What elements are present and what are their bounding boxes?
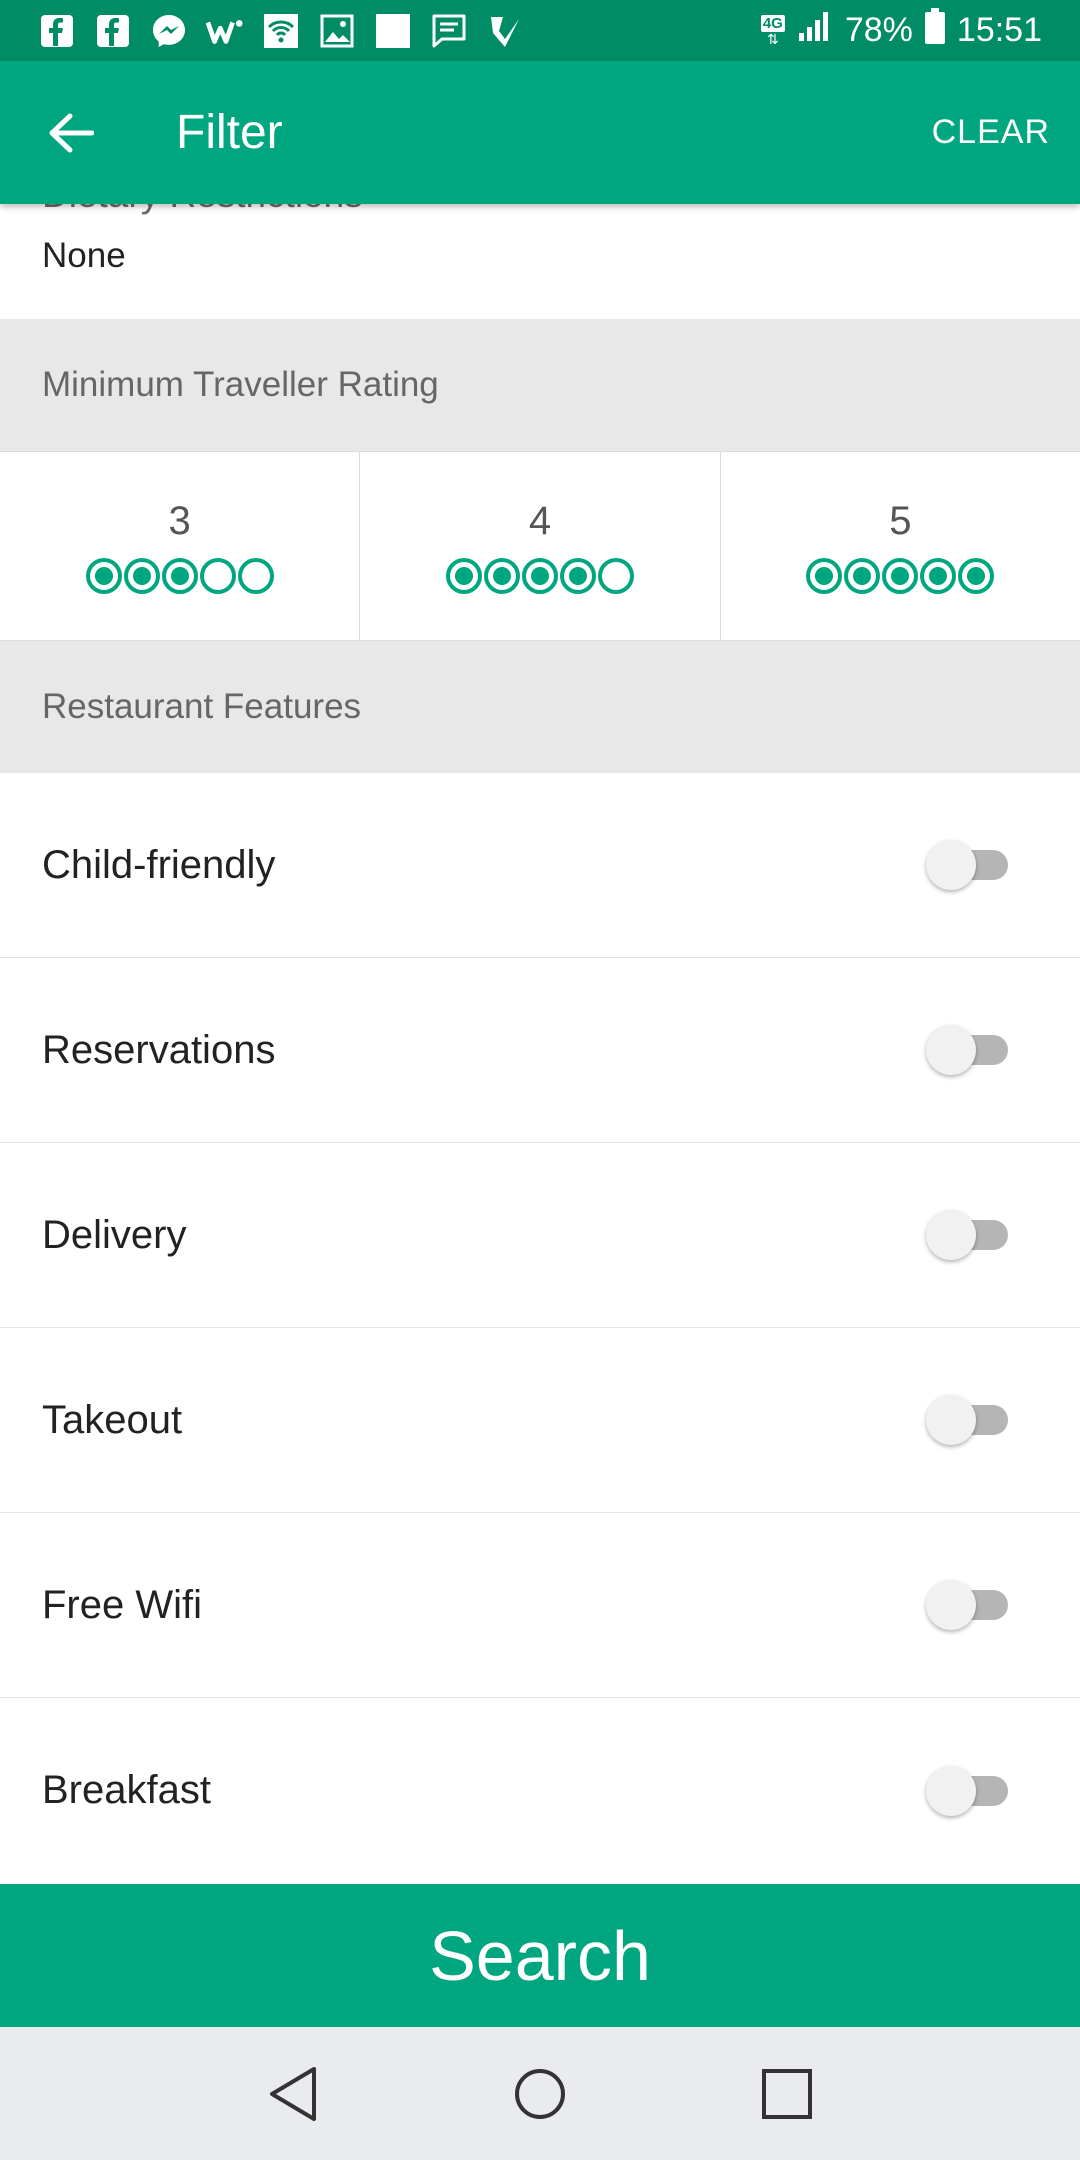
empty-bubble-icon [597,557,634,594]
child-friendly-toggle[interactable] [926,840,1012,890]
breakfast-toggle[interactable] [926,1765,1012,1816]
signal-icon [797,9,833,52]
feature-row-child-friendly[interactable]: Child-friendly [0,773,1080,958]
rating-value: 5 [889,498,912,543]
rating-option-5[interactable]: 5 [719,452,1080,640]
feature-row-breakfast[interactable]: Breakfast [0,1698,1080,1883]
feature-label: Delivery [42,1212,187,1257]
app-bar: Filter CLEAR [0,61,1080,204]
w-app-icon [206,12,244,50]
notification-icons [38,12,524,50]
nav-recents-button[interactable] [747,2054,827,2134]
feature-row-reservations[interactable]: Reservations [0,958,1080,1143]
filled-bubble-icon [85,557,122,594]
empty-bubble-icon [237,557,274,594]
filled-bubble-icon [958,557,995,594]
checkmark-app-icon [486,12,524,50]
filled-bubble-icon [521,557,558,594]
status-indicators: 4G ⇅ 78% 15:51 [760,8,1042,53]
filled-bubble-icon [806,557,843,594]
search-button[interactable]: Search [0,1884,1080,2027]
rating-bubbles [806,557,995,594]
delivery-toggle[interactable] [926,1210,1012,1260]
feature-row-free-wifi[interactable]: Free Wifi [0,1513,1080,1698]
filled-bubble-icon [844,557,881,594]
battery-percent: 78% [844,11,913,49]
dietary-value: None [42,236,126,275]
feature-label: Free Wifi [42,1582,202,1627]
filled-bubble-icon [920,557,957,594]
status-bar: 4G ⇅ 78% 15:51 [0,0,1080,61]
reservations-toggle[interactable] [926,1025,1012,1075]
filled-bubble-icon [445,557,482,594]
filled-bubble-icon [483,557,520,594]
rating-value: 4 [528,498,552,543]
feature-label: Takeout [42,1397,183,1442]
back-button[interactable] [36,98,106,168]
feature-list: Child-friendly Reservations Delivery Tak… [0,773,1080,1883]
gallery-icon [318,12,356,50]
features-section-header: Restaurant Features [0,641,1080,773]
nav-home-button[interactable] [500,2054,580,2134]
filter-list[interactable]: Dietary Restrictions None Minimum Travel… [0,204,1080,1883]
feature-row-delivery[interactable]: Delivery [0,1143,1080,1328]
blank-square-icon [374,12,412,50]
filled-bubble-icon [559,557,596,594]
battery-icon [924,8,945,53]
dietary-restrictions-row[interactable]: Dietary Restrictions None [0,204,1080,319]
filled-bubble-icon [882,557,919,594]
takeout-toggle[interactable] [926,1395,1012,1445]
arrow-left-icon [49,113,94,152]
rating-bubbles [85,557,274,594]
feature-row-takeout[interactable]: Takeout [0,1328,1080,1513]
rating-bubbles [445,557,634,594]
filled-bubble-icon [161,557,198,594]
home-circle-icon [514,2068,565,2119]
message-icon [430,12,468,50]
page-title: Filter [176,106,283,159]
free-wifi-toggle[interactable] [926,1580,1012,1630]
feature-label: Breakfast [42,1768,211,1812]
facebook-icon [38,12,76,50]
rating-options: 3 4 5 [0,451,1080,641]
recents-square-icon [761,2068,812,2119]
rating-value: 3 [168,498,191,543]
empty-bubble-icon [199,557,236,594]
dietary-label: Dietary Restrictions [42,204,363,216]
rating-option-3[interactable]: 3 [0,452,360,640]
clear-button[interactable]: CLEAR [932,113,1050,152]
back-triangle-icon [270,2066,317,2121]
messenger-icon [150,12,188,50]
nav-back-button[interactable] [253,2054,333,2134]
rating-section-header: Minimum Traveller Rating [0,319,1080,451]
wifi-call-icon [262,12,300,50]
navigation-bar [0,2027,1080,2160]
clock: 15:51 [956,11,1042,49]
facebook-icon [94,12,132,50]
filled-bubble-icon [123,557,160,594]
network-4g-icon: 4G ⇅ [760,15,785,47]
feature-label: Child-friendly [42,842,276,887]
rating-option-4[interactable]: 4 [359,452,720,640]
feature-label: Reservations [42,1027,276,1072]
